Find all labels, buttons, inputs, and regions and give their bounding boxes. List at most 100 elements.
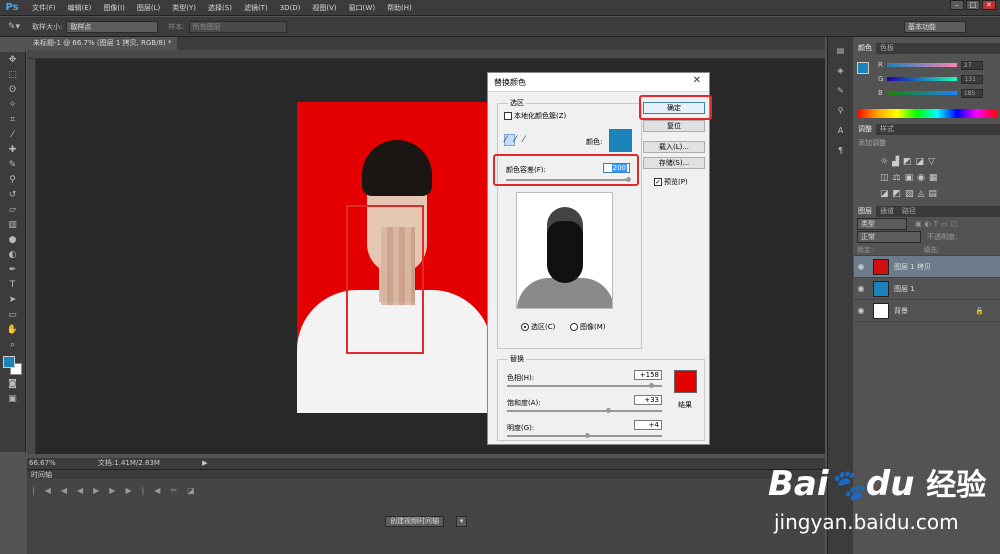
properties-panel-icon[interactable]: ◈ (833, 65, 849, 77)
visibility-eye-icon[interactable]: ◉ (854, 262, 868, 271)
tab-styles[interactable]: 样式 (876, 124, 898, 135)
menu-item[interactable]: 图像(I) (97, 0, 131, 16)
red-value[interactable]: 27 (960, 60, 983, 70)
localized-clusters-option[interactable]: 本地化颜色簇(Z) (504, 111, 566, 121)
layer-kind-filter[interactable]: 类型 (857, 217, 907, 230)
pen-tool-icon[interactable]: ✒ (4, 264, 22, 277)
blue-slider[interactable]: B 185 (878, 86, 983, 100)
saturation-slider-knob[interactable] (605, 408, 611, 413)
menu-item[interactable]: 视图(V) (306, 0, 342, 16)
menu-item[interactable]: 编辑(E) (62, 0, 98, 16)
saturation-input[interactable]: +33 (634, 395, 662, 405)
brush-panel-icon[interactable]: ✎ (833, 85, 849, 97)
foreground-color-swatch[interactable] (2, 356, 15, 368)
tab-swatches[interactable]: 色板 (876, 43, 898, 54)
tab-paths[interactable]: 路径 (898, 206, 920, 217)
green-value[interactable]: 131 (961, 74, 984, 84)
layer-row[interactable]: ◉ 图层 1 (854, 278, 1000, 300)
menu-item[interactable]: 选择(S) (202, 0, 238, 16)
visibility-eye-icon[interactable]: ◉ (854, 284, 868, 293)
sample-color-swatch[interactable] (609, 129, 632, 152)
hand-tool-icon[interactable]: ✋ (4, 324, 22, 337)
green-slider[interactable]: G 131 (878, 72, 984, 86)
timeline-controls[interactable]: |◀◀◀▶▶▶|◀✂◪ (32, 486, 205, 495)
saturation-slider[interactable] (507, 408, 662, 413)
brush-tool-icon[interactable]: ✎ (4, 159, 22, 172)
sample-select[interactable]: 所有图层 (188, 20, 287, 33)
hue-input[interactable]: +158 (634, 370, 662, 380)
eyedropper-tool-icon[interactable]: ✎▾ (8, 22, 20, 32)
fg-color-swatch[interactable] (857, 62, 869, 74)
blur-tool-icon[interactable]: ● (4, 234, 22, 247)
eyedropper-minus-icon[interactable]: ⁄ (523, 135, 532, 145)
radio-selection-option[interactable]: 选区(C) (521, 322, 555, 332)
tab-layers[interactable]: 图层 (854, 206, 876, 217)
path-select-icon[interactable]: ➤ (4, 294, 22, 307)
tab-channels[interactable]: 通道 (876, 206, 898, 217)
shape-tool-icon[interactable]: ▭ (4, 309, 22, 322)
document-tab[interactable]: 未标题-1 @ 66.7% (图层 1 拷贝, RGB/8) * (27, 37, 178, 50)
red-slider[interactable]: R 27 (878, 58, 983, 72)
eyedropper-icon[interactable]: ⁄ (4, 129, 22, 142)
hue-slider-knob[interactable] (648, 383, 654, 388)
lightness-slider-knob[interactable] (584, 433, 590, 438)
eyedropper-plus-icon[interactable]: ⁄ (515, 135, 524, 145)
crop-tool-icon[interactable]: ⌗ (4, 114, 22, 127)
menu-item[interactable]: 文件(F) (26, 0, 62, 16)
screen-mode-icon[interactable]: ▣ (4, 393, 22, 406)
save-button[interactable]: 存储(S)... (643, 157, 705, 169)
move-tool-icon[interactable]: ✥ (4, 54, 22, 67)
gradient-tool-icon[interactable]: ▥ (4, 219, 22, 232)
quick-mask-icon[interactable]: ◙ (4, 378, 22, 391)
layer-row[interactable]: ◉ 背景 🔒 (854, 300, 1000, 322)
visibility-eye-icon[interactable]: ◉ (854, 306, 868, 315)
color-swatches[interactable] (2, 356, 23, 376)
status-arrow-icon[interactable]: ▶ (202, 459, 207, 467)
adjustment-icons[interactable]: ☼▟◩◪▽ ◫⚖▣◉▦ ◪◩▧◬▤ (880, 154, 1000, 202)
menu-item[interactable]: 图层(L) (131, 0, 166, 16)
workspace-select[interactable]: 基本功能 (904, 20, 966, 33)
sample-size-select[interactable]: 取样点 (66, 20, 159, 33)
type-tool-icon[interactable]: T (4, 279, 22, 292)
zoom-tool-icon[interactable]: ⌕ (4, 339, 22, 352)
eraser-tool-icon[interactable]: ▱ (4, 204, 22, 217)
clone-panel-icon[interactable]: ⚲ (833, 105, 849, 117)
layer-filter-icons[interactable]: ▣◐T▭◰ (915, 220, 960, 228)
character-panel-icon[interactable]: A (833, 125, 849, 137)
menu-item[interactable]: 类型(Y) (166, 0, 202, 16)
result-color-swatch[interactable] (674, 370, 697, 393)
maximize-button[interactable]: □ (966, 0, 980, 10)
load-button[interactable]: 载入(L)... (643, 141, 705, 153)
hue-slider[interactable] (507, 383, 662, 388)
blue-value[interactable]: 185 (960, 88, 983, 98)
create-video-timeline-button[interactable]: 创建视频时间轴 (385, 516, 444, 527)
marquee-tool-icon[interactable]: ⬚ (4, 69, 22, 82)
minimize-button[interactable]: – (950, 0, 964, 10)
dodge-tool-icon[interactable]: ◐ (4, 249, 22, 262)
preview-option[interactable]: ✓ 预览(P) (654, 177, 688, 187)
timeline-dropdown-icon[interactable]: ▾ (456, 516, 467, 527)
preview-checkbox[interactable]: ✓ (654, 178, 662, 186)
stamp-tool-icon[interactable]: ⚲ (4, 174, 22, 187)
lightness-input[interactable]: +4 (634, 420, 662, 430)
history-panel-icon[interactable]: ▤ (833, 45, 849, 57)
dialog-close-icon[interactable]: ✕ (693, 75, 701, 86)
radio-image-option[interactable]: 图像(M) (570, 322, 606, 332)
localized-clusters-checkbox[interactable] (504, 112, 512, 120)
eyedropper-icon[interactable]: ⁄ (504, 134, 515, 146)
color-ramp[interactable] (857, 109, 997, 118)
zoom-level[interactable]: 66.67% (29, 459, 56, 467)
lasso-tool-icon[interactable]: ʘ (4, 84, 22, 97)
lightness-slider[interactable] (507, 433, 662, 438)
menu-item[interactable]: 帮助(H) (381, 0, 418, 16)
quick-select-tool-icon[interactable]: ✧ (4, 99, 22, 112)
blend-mode-select[interactable]: 正常 (857, 231, 921, 243)
tab-adjustments[interactable]: 调整 (854, 124, 876, 135)
menu-item[interactable]: 3D(D) (274, 0, 307, 16)
reset-button[interactable]: 复位 (643, 120, 705, 132)
tab-color[interactable]: 颜色 (854, 43, 876, 54)
eyedropper-tools[interactable]: ⁄⁄⁄ (504, 134, 532, 146)
paragraph-panel-icon[interactable]: ¶ (833, 145, 849, 157)
radio-image[interactable] (570, 323, 578, 331)
layer-row[interactable]: ◉ 图层 1 拷贝 (854, 256, 1000, 278)
